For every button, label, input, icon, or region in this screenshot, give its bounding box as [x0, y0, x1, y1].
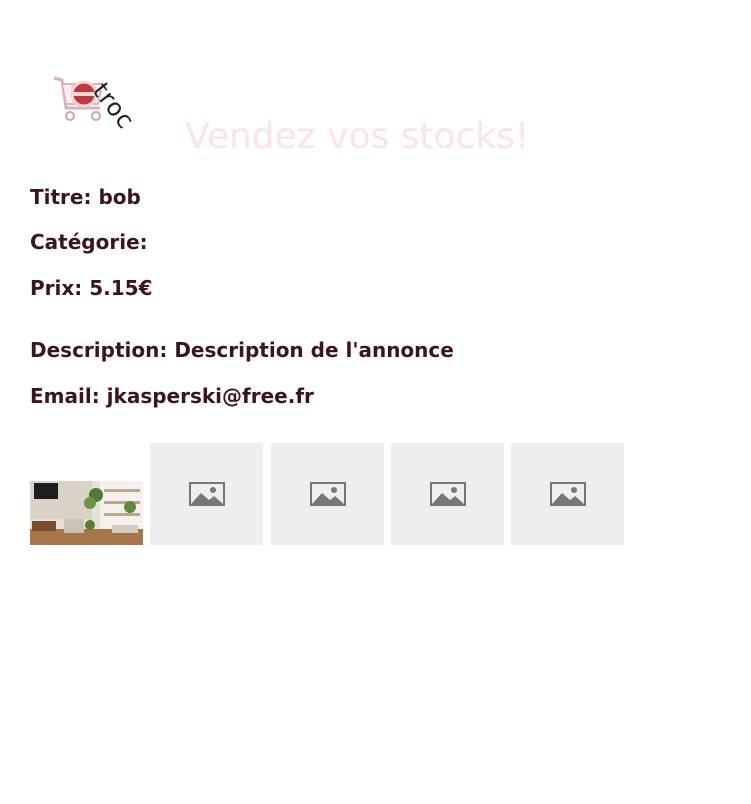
page: troc Vendez vos stocks! Titre: bob Catég… [0, 0, 751, 804]
listing-description: Description: Description de l'annonce [30, 338, 454, 362]
listing-price: Prix: 5.15€ [30, 276, 153, 300]
image-placeholder-icon [309, 482, 346, 506]
image-placeholder-icon [188, 482, 225, 506]
tagline: Vendez vos stocks! [185, 116, 530, 157]
listing-email: Email: jkasperski@free.fr [30, 384, 314, 408]
listing-title: Titre: bob [30, 185, 141, 209]
listing-category: Catégorie: [30, 230, 148, 254]
image-placeholder-icon [429, 482, 466, 506]
image-placeholder[interactable] [271, 443, 384, 545]
image-placeholder[interactable] [511, 443, 624, 545]
logo[interactable]: troc [52, 68, 162, 135]
image-placeholder-icon [549, 482, 586, 506]
image-placeholder[interactable] [391, 443, 504, 545]
room-photo [30, 481, 143, 545]
listing-photo[interactable] [30, 481, 143, 545]
image-placeholder[interactable] [150, 443, 263, 545]
